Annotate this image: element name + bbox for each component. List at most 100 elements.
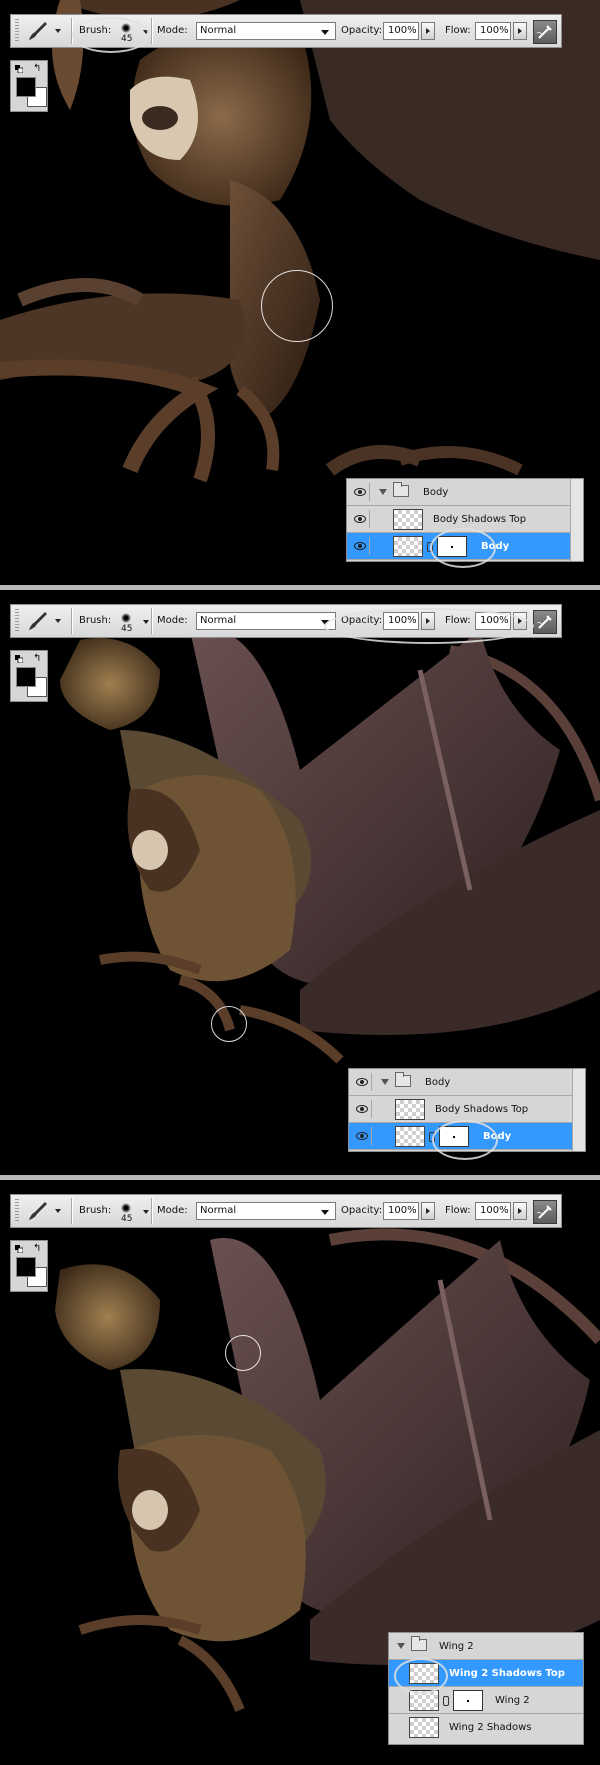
layer-name: Wing 2: [439, 1641, 474, 1652]
divider: [151, 1198, 152, 1224]
chevron-down-icon: [55, 29, 61, 33]
folder-icon: [411, 1636, 427, 1651]
mask-highlight-ellipse: [432, 1120, 498, 1160]
disclosure-triangle-icon[interactable]: [381, 1079, 389, 1085]
disclosure-triangle-icon[interactable]: [379, 489, 387, 495]
mode-select[interactable]: Normal: [196, 22, 336, 40]
layer-name: Body Shadows Top: [435, 1104, 529, 1115]
layer-thumbnail[interactable]: [395, 1126, 425, 1147]
visibility-eye-icon[interactable]: [353, 1100, 372, 1118]
layer-thumbnail[interactable]: [393, 509, 423, 530]
layer-row-group[interactable]: Body: [349, 1069, 585, 1096]
opacity-input[interactable]: 100%: [383, 1202, 419, 1220]
disclosure-triangle-icon[interactable]: [397, 1643, 405, 1649]
options-bar-grip[interactable]: [15, 19, 19, 43]
brush-picker-dropdown[interactable]: [143, 620, 149, 624]
brush-cursor: [211, 1006, 247, 1042]
opacity-slider-button[interactable]: [421, 22, 435, 40]
visibility-eye-icon[interactable]: [353, 1127, 372, 1145]
color-swatches: ↰: [10, 650, 48, 702]
brush-size: 45: [121, 1214, 133, 1224]
layer-name: Body: [423, 487, 449, 498]
screenshot-panel-1: Brush: 45 Mode: Normal Opacity: 100% Flo…: [0, 0, 600, 585]
mode-select[interactable]: Normal: [196, 612, 336, 630]
brush-icon: [29, 22, 47, 40]
mode-select[interactable]: Normal: [196, 1202, 336, 1220]
mask-link-icon[interactable]: [443, 1696, 449, 1706]
chevron-down-icon: [55, 1209, 61, 1213]
layer-name: Body: [425, 1077, 451, 1088]
flow-label: Flow:: [445, 1205, 471, 1216]
divider: [151, 608, 152, 634]
airbrush-icon: [536, 615, 552, 629]
opacity-flow-highlight-ellipse: [324, 608, 534, 644]
brush-label: Brush:: [79, 1205, 112, 1216]
opacity-label: Opacity:: [341, 1205, 383, 1216]
mode-value: Normal: [200, 615, 237, 626]
layers-scrollbar[interactable]: [572, 1069, 585, 1151]
visibility-eye-icon[interactable]: [351, 510, 370, 528]
swap-colors-icon[interactable]: ↰: [33, 653, 41, 664]
swap-colors-icon[interactable]: ↰: [33, 1243, 41, 1254]
brush-preview-icon[interactable]: [121, 613, 131, 623]
brush-tool-preset-picker[interactable]: [25, 610, 69, 632]
flow-slider-button[interactable]: [513, 22, 527, 40]
default-colors-icon[interactable]: [15, 1245, 23, 1253]
airbrush-toggle[interactable]: [533, 1200, 557, 1224]
mode-label: Mode:: [157, 1205, 188, 1216]
flow-label: Flow:: [445, 25, 471, 36]
opacity-slider-button[interactable]: [421, 1202, 435, 1220]
chevron-down-icon: [55, 619, 61, 623]
mode-value: Normal: [200, 25, 237, 36]
brush-preview-icon[interactable]: [121, 1203, 131, 1213]
mode-label: Mode:: [157, 615, 188, 626]
swap-colors-icon[interactable]: ↰: [33, 63, 41, 74]
layer-row-group[interactable]: Body: [347, 479, 583, 506]
divider: [71, 1198, 72, 1224]
layer-thumbnail[interactable]: [393, 536, 423, 557]
brush-size: 45: [121, 624, 133, 634]
color-swatches: ↰: [10, 60, 48, 112]
divider: [71, 608, 72, 634]
options-bar-grip[interactable]: [15, 609, 19, 633]
layer-thumbnail[interactable]: [395, 1099, 425, 1120]
brush-highlight-ellipse: [72, 17, 150, 53]
layer-row[interactable]: Wing 2 Shadows: [389, 1714, 583, 1744]
opacity-input[interactable]: 100%: [383, 22, 419, 40]
visibility-eye-icon[interactable]: [351, 537, 370, 555]
default-colors-icon[interactable]: [15, 65, 23, 73]
brush-icon: [29, 612, 47, 630]
brush-icon: [29, 1202, 47, 1220]
layer-row[interactable]: Body Shadows Top: [349, 1096, 585, 1123]
layer-name: Wing 2 Shadows Top: [449, 1668, 565, 1679]
layer-row-group[interactable]: Wing 2: [389, 1633, 583, 1660]
flow-input[interactable]: 100%: [475, 22, 511, 40]
brush-tool-preset-picker[interactable]: [25, 20, 69, 42]
flow-slider-button[interactable]: [513, 1202, 527, 1220]
options-bar: Brush: 45 Mode: Normal Opacity: 100% Flo…: [10, 1194, 562, 1228]
foreground-color[interactable]: [16, 1257, 36, 1277]
layer-mask-thumbnail[interactable]: [453, 1690, 483, 1711]
opacity-label: Opacity:: [341, 25, 383, 36]
brush-picker-dropdown[interactable]: [143, 1210, 149, 1214]
visibility-eye-icon[interactable]: [351, 483, 370, 501]
airbrush-toggle[interactable]: [533, 20, 557, 44]
flow-input[interactable]: 100%: [475, 1202, 511, 1220]
layers-scrollbar[interactable]: [570, 479, 583, 561]
options-bar-grip[interactable]: [15, 1199, 19, 1223]
airbrush-icon: [536, 1205, 552, 1219]
visibility-eye-icon[interactable]: [353, 1073, 372, 1091]
folder-icon: [395, 1072, 411, 1087]
layer-thumbnail[interactable]: [409, 1717, 439, 1738]
color-swatches: ↰: [10, 1240, 48, 1292]
screenshot-panel-2: Brush: 45 Mode: Normal Opacity: 100% Flo…: [0, 590, 600, 1175]
foreground-color[interactable]: [16, 77, 36, 97]
default-colors-icon[interactable]: [15, 655, 23, 663]
brush-cursor: [261, 270, 333, 342]
foreground-color[interactable]: [16, 667, 36, 687]
airbrush-toggle[interactable]: [533, 610, 557, 634]
brush-cursor: [225, 1335, 261, 1371]
brush-tool-preset-picker[interactable]: [25, 1200, 69, 1222]
layer-name: Wing 2 Shadows: [449, 1722, 532, 1733]
mask-highlight-ellipse: [430, 528, 496, 568]
